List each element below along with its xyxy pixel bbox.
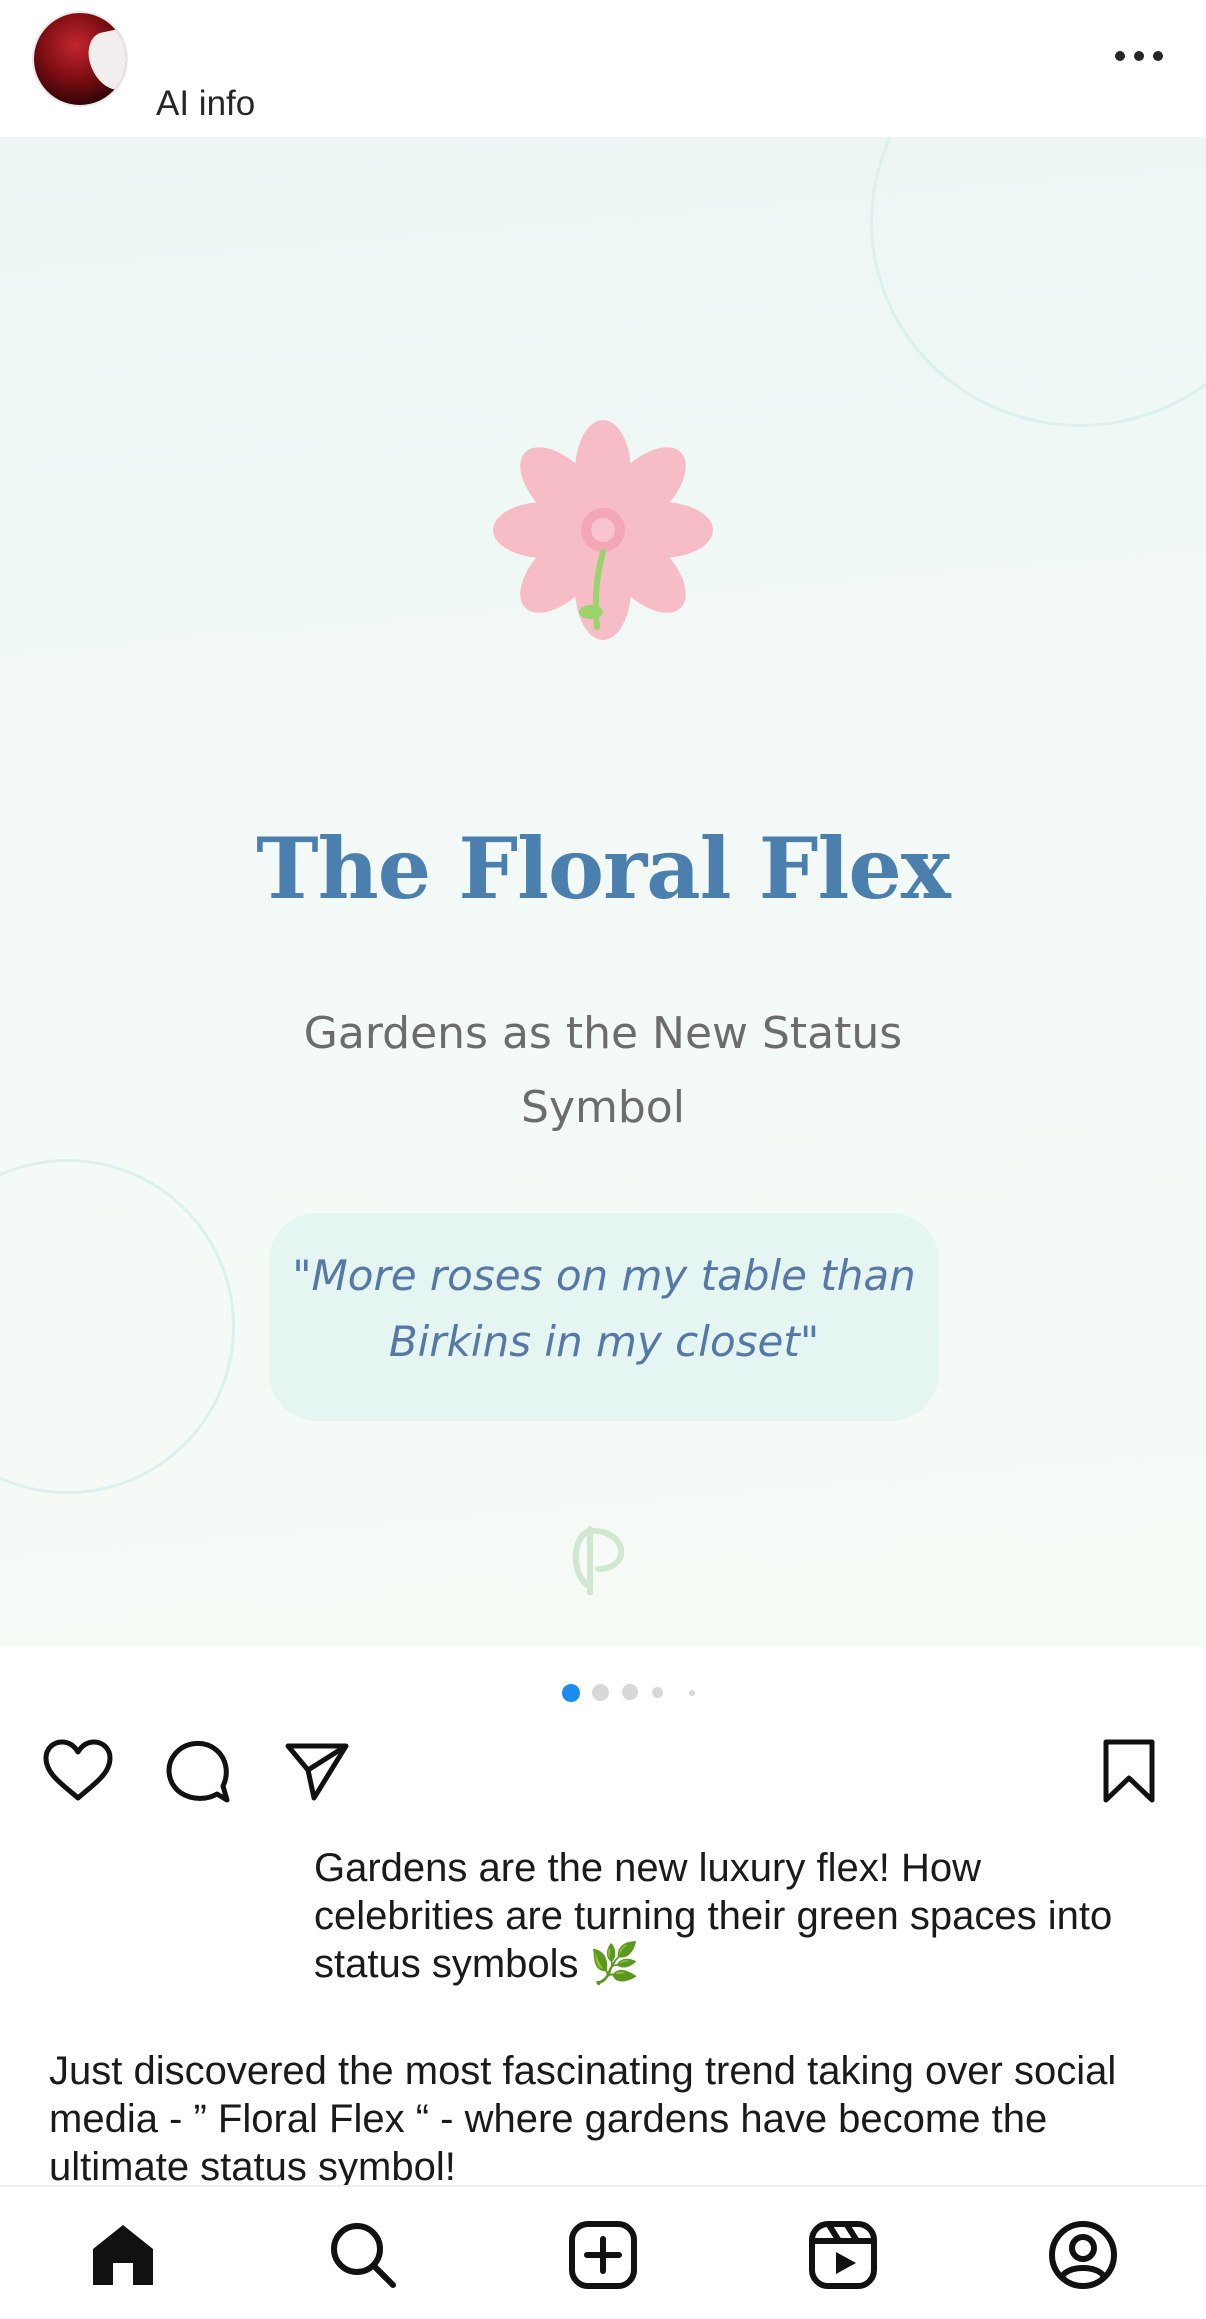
- save-button[interactable]: [1100, 1738, 1158, 1804]
- post-caption: Gardens are the new luxury flex! How cel…: [49, 1844, 1159, 1988]
- send-icon: [285, 1743, 349, 1801]
- caption-text: Gardens are the new luxury flex! How cel…: [314, 1846, 1113, 1986]
- decorative-circle: [870, 137, 1206, 427]
- carousel-dot-active: [562, 1684, 580, 1702]
- post-title: The Floral Flex: [256, 819, 951, 918]
- post-header: AI info: [0, 0, 1206, 137]
- nav-profile[interactable]: [1047, 2219, 1119, 2291]
- ai-info-label[interactable]: AI info: [156, 84, 255, 124]
- home-icon: [93, 2225, 153, 2285]
- nav-reels[interactable]: [807, 2219, 879, 2291]
- carousel-dot: [622, 1684, 638, 1700]
- carousel-dot: [689, 1690, 695, 1696]
- share-button[interactable]: [284, 1740, 350, 1802]
- nav-search[interactable]: [327, 2219, 399, 2291]
- caption-paragraph: Just discovered the most fascinating tre…: [49, 2049, 1117, 2187]
- more-options-button[interactable]: [1104, 40, 1174, 72]
- heart-icon: [43, 1739, 113, 1801]
- decorative-circle: [0, 1159, 235, 1494]
- carousel-indicator: [562, 1682, 702, 1702]
- reels-icon: [809, 2221, 877, 2289]
- comment-icon: [166, 1740, 230, 1803]
- create-icon: [569, 2221, 637, 2289]
- post-subtitle: Gardens as the New Status Symbol: [303, 1008, 903, 1133]
- bottom-navigation: [0, 2185, 1206, 2319]
- like-button[interactable]: [42, 1738, 114, 1802]
- nav-create[interactable]: [567, 2219, 639, 2291]
- profile-icon: [1049, 2221, 1117, 2289]
- brand-logo-icon: [572, 1526, 625, 1595]
- bookmark-icon: [1103, 1739, 1155, 1803]
- search-icon: [331, 2223, 396, 2288]
- flower-icon: [493, 420, 713, 640]
- nav-home[interactable]: [87, 2219, 159, 2291]
- avatar[interactable]: [32, 11, 128, 107]
- quote-box: "More roses on my table than Birkins in …: [269, 1213, 939, 1421]
- comment-button[interactable]: [165, 1738, 231, 1804]
- post-image[interactable]: The Floral Flex Gardens as the New Statu…: [0, 137, 1206, 1647]
- carousel-dot: [592, 1684, 609, 1701]
- quote-text: "More roses on my table than Birkins in …: [292, 1251, 916, 1366]
- carousel-dot: [652, 1687, 663, 1698]
- more-horizontal-icon: [1115, 51, 1163, 61]
